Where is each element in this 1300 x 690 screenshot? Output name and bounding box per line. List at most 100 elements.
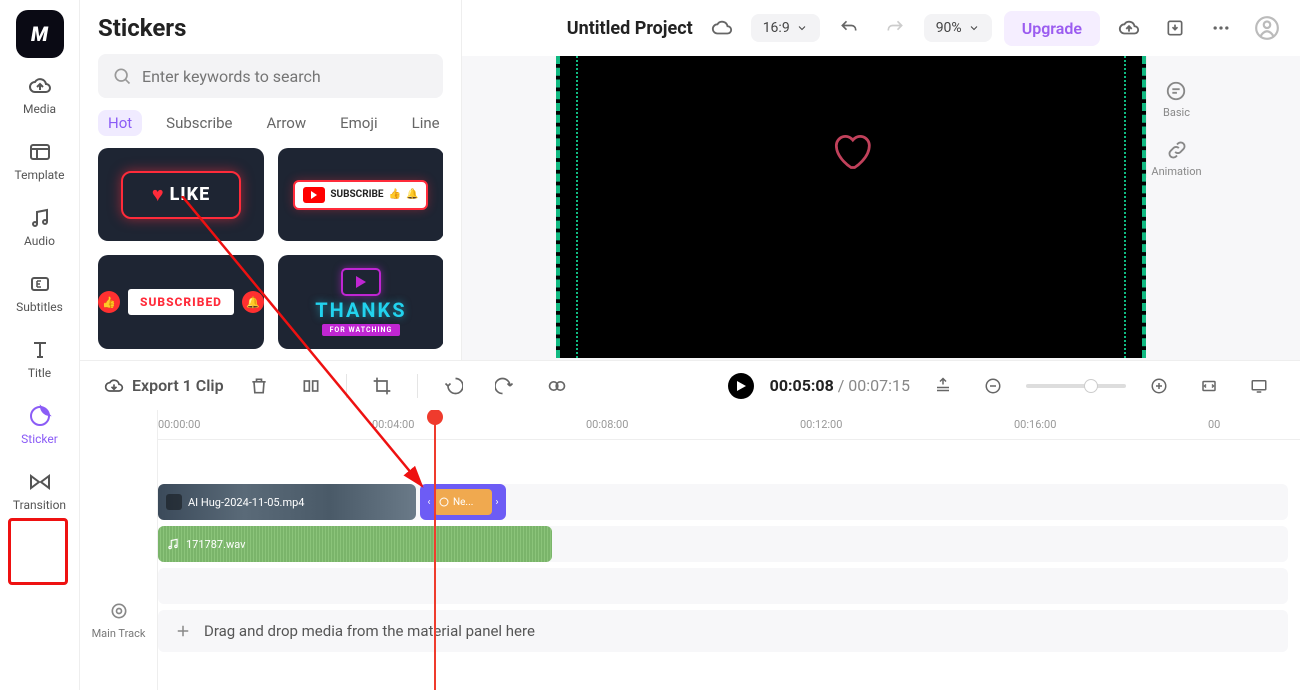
panel-title: Stickers xyxy=(98,14,443,42)
crop-button[interactable] xyxy=(365,369,399,403)
nav-subtitles-label: Subtitles xyxy=(16,300,63,314)
sticker-clip[interactable]: ‹ Ne... › xyxy=(420,484,506,520)
zoom-select[interactable]: 90% xyxy=(924,14,992,42)
zoom-in-button[interactable] xyxy=(1142,369,1176,403)
zoom-out-button[interactable] xyxy=(976,369,1010,403)
thumbs-up-icon: 👍 xyxy=(98,291,120,313)
nav-sticker-label: Sticker xyxy=(21,432,58,446)
cloud-down-icon xyxy=(104,376,124,396)
timeline-toolbar: Export 1 Clip 00:05:08 / 00:07:15 xyxy=(80,360,1300,410)
target-icon xyxy=(109,601,129,621)
delete-button[interactable] xyxy=(242,369,276,403)
timeline: Main Track 00:00:00 00:04:00 00:08:00 00… xyxy=(80,410,1300,690)
canvas[interactable] xyxy=(556,56,1146,358)
chevron-down-icon xyxy=(968,22,980,34)
sliders-icon xyxy=(1165,80,1187,102)
play-neon-icon xyxy=(341,268,381,296)
nav-audio-label: Audio xyxy=(24,234,55,248)
mirror-button[interactable] xyxy=(540,369,574,403)
zoom-slider[interactable] xyxy=(1026,384,1126,388)
cat-emoji[interactable]: Emoji xyxy=(330,110,387,136)
category-row: Hot Subscribe Arrow Emoji Line Particle xyxy=(98,110,443,136)
prop-basic[interactable]: Basic xyxy=(1163,80,1190,119)
sticker-subscribe[interactable]: SUBSCRIBE👍🔔 xyxy=(278,148,443,241)
top-bar: Untitled Project 16:9 90% Upgrade xyxy=(462,0,1300,56)
cat-arrow[interactable]: Arrow xyxy=(256,110,316,136)
sticker-like[interactable]: ♥LIKE xyxy=(98,148,264,241)
marker-button[interactable] xyxy=(926,369,960,403)
bell-icon: 🔔 xyxy=(242,291,264,313)
sticker-grid: ♥LIKE SUBSCRIBE👍🔔 👍SUBSCRIBED🔔 THANKSFOR… xyxy=(98,148,443,349)
download-icon[interactable] xyxy=(1158,11,1192,45)
youtube-play-icon xyxy=(303,187,325,203)
nav-media[interactable]: Media xyxy=(10,66,70,124)
sticker-thanks[interactable]: THANKSFOR WATCHING xyxy=(278,255,443,348)
fit-button[interactable] xyxy=(1192,369,1226,403)
nav-subtitles[interactable]: Subtitles xyxy=(10,264,70,322)
avatar[interactable] xyxy=(1250,11,1284,45)
nav-title[interactable]: Title xyxy=(10,330,70,388)
cat-subscribe[interactable]: Subscribe xyxy=(156,110,242,136)
sticker-icon xyxy=(28,404,52,428)
search-icon xyxy=(112,66,132,86)
aspect-ratio-select[interactable]: 16:9 xyxy=(751,14,820,42)
undo-button[interactable] xyxy=(832,11,866,45)
rotate-left-button[interactable] xyxy=(436,369,470,403)
export-clip-button[interactable]: Export 1 Clip xyxy=(104,376,224,396)
audio-clip[interactable]: 171787.wav xyxy=(158,526,552,562)
heart-icon: ♥ xyxy=(152,182,164,207)
nav-sticker[interactable]: Sticker xyxy=(10,396,70,454)
time-display: 00:05:08 / 00:07:15 xyxy=(770,376,910,395)
track-labels: Main Track xyxy=(80,410,158,690)
nav-audio[interactable]: Audio xyxy=(10,198,70,256)
text-icon xyxy=(28,338,52,362)
transition-icon xyxy=(28,470,52,494)
link-icon xyxy=(1166,139,1188,161)
fullscreen-button[interactable] xyxy=(1242,369,1276,403)
search-input[interactable] xyxy=(142,67,429,86)
nav-transition-label: Transition xyxy=(13,498,66,512)
empty-track-row[interactable] xyxy=(158,568,1288,604)
nav-template[interactable]: Template xyxy=(10,132,70,190)
video-clip[interactable]: AI Hug-2024-11-05.mp4 xyxy=(158,484,416,520)
nav-template-label: Template xyxy=(15,168,65,182)
heart-sticker-preview[interactable] xyxy=(829,129,873,177)
more-icon[interactable] xyxy=(1204,11,1238,45)
project-title[interactable]: Untitled Project xyxy=(567,18,693,39)
redo-button[interactable] xyxy=(878,11,912,45)
music-small-icon xyxy=(166,537,180,551)
tracks-area[interactable]: 00:00:00 00:04:00 00:08:00 00:12:00 00:1… xyxy=(158,410,1300,690)
search-box[interactable] xyxy=(98,54,443,98)
chevron-down-icon xyxy=(796,22,808,34)
rotate-right-button[interactable] xyxy=(488,369,522,403)
app-logo: M xyxy=(16,10,64,58)
nav-transition[interactable]: Transition xyxy=(10,462,70,520)
cloud-upload-icon xyxy=(28,74,52,98)
music-icon xyxy=(28,206,52,230)
properties-panel: Basic Animation xyxy=(1146,56,1206,178)
cat-line[interactable]: Line xyxy=(402,110,443,136)
video-track-row[interactable]: AI Hug-2024-11-05.mp4 ‹ Ne... › xyxy=(158,484,1288,520)
time-ruler[interactable]: 00:00:00 00:04:00 00:08:00 00:12:00 00:1… xyxy=(158,410,1300,440)
template-icon xyxy=(28,140,52,164)
upgrade-button[interactable]: Upgrade xyxy=(1004,11,1100,46)
split-button[interactable] xyxy=(294,369,328,403)
audio-track-row[interactable]: 171787.wav xyxy=(158,526,1288,562)
clip-handle-left[interactable]: ‹ xyxy=(424,497,434,508)
sticker-subscribed[interactable]: 👍SUBSCRIBED🔔 xyxy=(98,255,264,348)
export-cloud-icon[interactable] xyxy=(1112,11,1146,45)
left-nav: M Media Template Audio Subtitles Title S… xyxy=(0,0,80,690)
clip-handle-right[interactable]: › xyxy=(492,497,502,508)
subtitles-icon xyxy=(28,272,52,296)
sticker-small-icon xyxy=(438,496,450,508)
cat-hot[interactable]: Hot xyxy=(98,110,142,136)
preview-area: Basic Animation xyxy=(462,56,1300,360)
nav-media-label: Media xyxy=(23,102,56,116)
playhead[interactable] xyxy=(434,410,436,690)
drop-area[interactable]: Drag and drop media from the material pa… xyxy=(158,610,1288,652)
cloud-save-icon[interactable] xyxy=(705,11,739,45)
nav-title-label: Title xyxy=(28,366,51,380)
safezone-inner xyxy=(576,56,1126,358)
prop-animation[interactable]: Animation xyxy=(1151,139,1201,178)
play-button[interactable] xyxy=(728,373,754,399)
